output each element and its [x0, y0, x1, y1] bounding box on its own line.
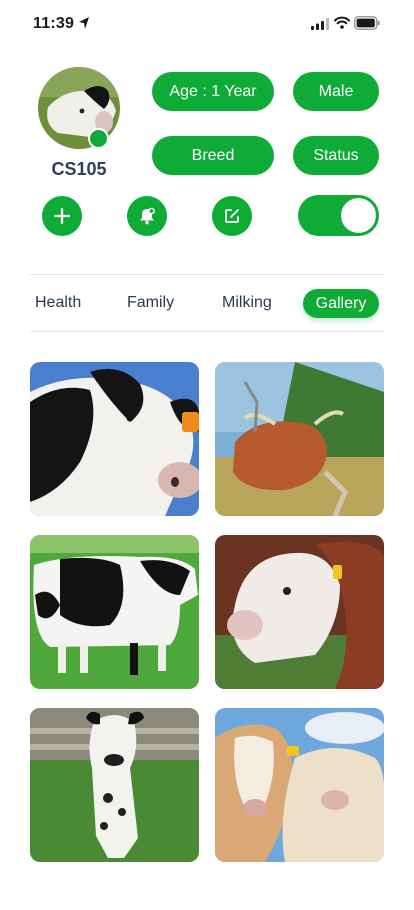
gallery-photo-charolais[interactable]	[215, 708, 384, 862]
tab-family[interactable]: Family	[127, 294, 174, 312]
avatar[interactable]	[38, 67, 120, 149]
online-status-dot	[88, 128, 109, 149]
battery-icon	[354, 16, 380, 30]
holstein-cow-image	[30, 362, 199, 516]
tab-milking[interactable]: Milking	[222, 294, 272, 312]
tab-gallery[interactable]: Gallery	[303, 289, 379, 318]
bell-icon	[140, 207, 155, 225]
tabs-divider-bottom	[30, 331, 384, 332]
sex-button[interactable]: Male	[293, 72, 379, 111]
gallery-photo-hereford[interactable]	[215, 535, 384, 689]
charolais-cows-image	[215, 708, 384, 862]
cow-id-label: CS105	[51, 159, 107, 179]
spotted-calf-image	[30, 708, 199, 862]
gallery-photo-holstein-field[interactable]	[30, 535, 199, 689]
hereford-cow-image	[215, 535, 384, 689]
add-button[interactable]	[42, 196, 82, 236]
status-bar: 11:39	[0, 0, 414, 48]
age-button[interactable]: Age : 1 Year	[152, 72, 274, 111]
active-toggle[interactable]	[298, 195, 379, 236]
gallery-photo-spotted-calf[interactable]	[30, 708, 199, 862]
wifi-icon	[334, 16, 350, 29]
status-time: 11:39	[33, 15, 75, 32]
location-arrow-icon	[79, 17, 89, 29]
gallery-photo-holstein-closeup[interactable]	[30, 362, 199, 516]
highland-cattle-image	[215, 362, 384, 516]
edit-button[interactable]	[212, 196, 252, 236]
edit-icon	[225, 209, 239, 223]
gallery-photo-highland-cattle[interactable]	[215, 362, 384, 516]
breed-button[interactable]: Breed	[152, 136, 274, 175]
plus-icon	[53, 207, 71, 225]
tabs-divider-top	[30, 274, 384, 275]
toggle-knob	[341, 198, 376, 233]
tab-health[interactable]: Health	[35, 294, 81, 312]
status-button[interactable]: Status	[293, 136, 379, 175]
signal-icon	[311, 18, 329, 30]
alert-button[interactable]	[127, 196, 167, 236]
holstein-field-image	[30, 535, 199, 689]
